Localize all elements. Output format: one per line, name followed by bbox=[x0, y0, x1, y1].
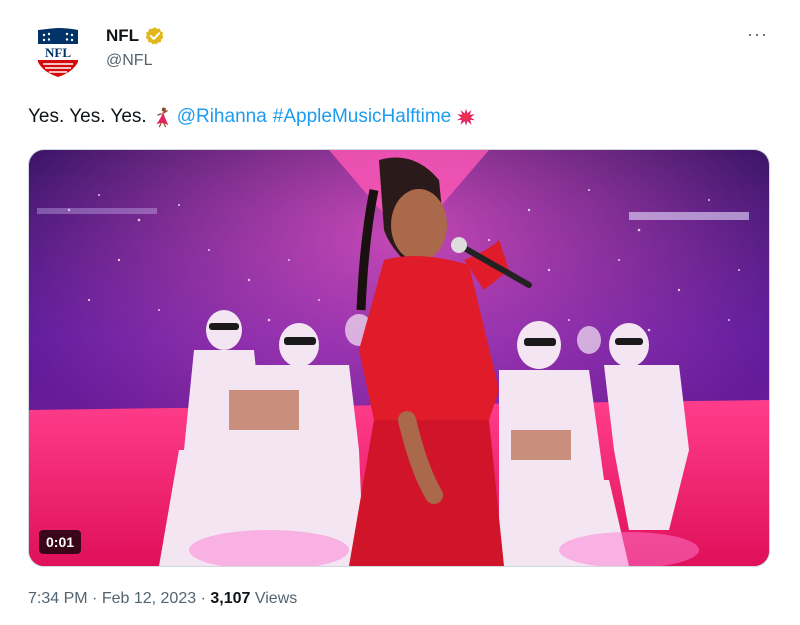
hashtag-link-applemusichalftime[interactable]: #AppleMusicHalftime bbox=[273, 106, 451, 128]
meta-separator: · bbox=[200, 590, 206, 607]
dancer-emoji-icon bbox=[156, 107, 169, 128]
tweet-text: Yes. Yes. Yes. @Rihanna #AppleMusicHalft… bbox=[28, 106, 481, 128]
nfl-shield-logo: NFL bbox=[37, 26, 79, 78]
video-timestamp: 0:01 bbox=[39, 530, 82, 554]
author-handle[interactable]: @NFL bbox=[106, 52, 152, 70]
meta-separator: · bbox=[92, 590, 98, 607]
mention-link-rihanna[interactable]: @Rihanna bbox=[177, 106, 267, 128]
verified-badge-icon[interactable] bbox=[145, 26, 165, 46]
author-display-name[interactable]: NFL bbox=[106, 26, 139, 46]
more-options-icon[interactable]: ··· bbox=[747, 24, 768, 45]
video-frame bbox=[29, 150, 769, 566]
avatar[interactable]: NFL bbox=[28, 22, 88, 82]
tweet-card: NFL NFL @NFL ··· Yes. Yes. Yes. @Rihanna… bbox=[0, 0, 800, 625]
tweet-meta: 7:34 PM · Feb 12, 2023 · 3,107 Views bbox=[28, 590, 297, 608]
video-player[interactable]: 0:01 bbox=[28, 149, 770, 567]
views-label: Views bbox=[254, 590, 298, 607]
tweet-text-plain: Yes. Yes. Yes. bbox=[28, 106, 147, 127]
red-splat-emoji-icon bbox=[457, 108, 476, 126]
tweet-date[interactable]: Feb 12, 2023 bbox=[102, 590, 196, 607]
author-name-row: NFL bbox=[106, 26, 165, 46]
svg-text:NFL: NFL bbox=[45, 45, 71, 60]
tweet-time[interactable]: 7:34 PM bbox=[28, 590, 88, 607]
views-count[interactable]: 3,107 bbox=[210, 590, 250, 607]
